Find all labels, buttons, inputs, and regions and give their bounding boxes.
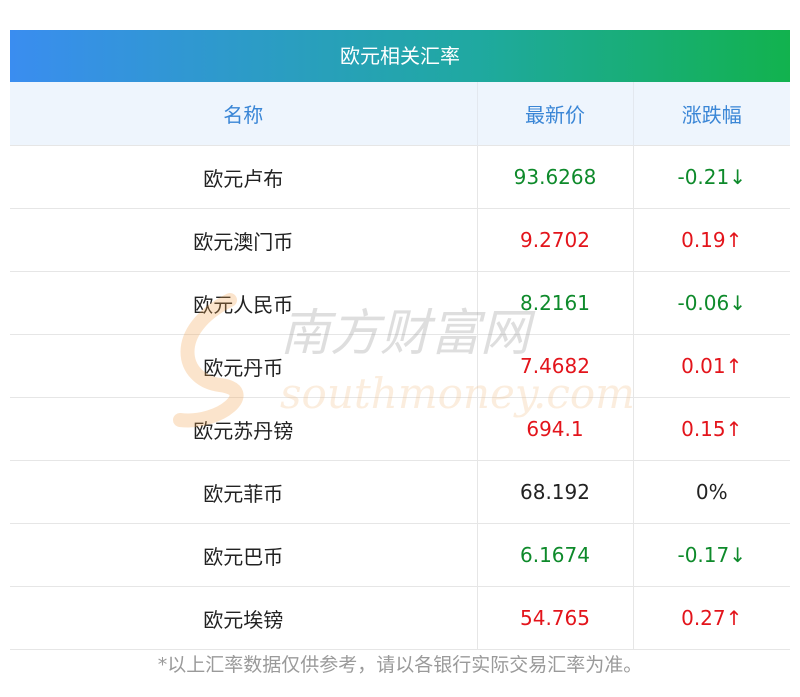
row-change: 0% [633,460,790,524]
row-price: 9.2702 [477,208,634,272]
header-name: 名称 [10,82,478,146]
row-name: 欧元巴币 [10,523,478,587]
rates-table: 名称 最新价 涨跌幅 欧元卢布 93.6268 -0.21↓ 欧元澳门币 9.2702 0… [10,82,790,650]
table-row: 欧元菲币 68.192 0% [10,460,790,524]
table-row: 欧元卢布 93.6268 -0.21↓ [10,145,790,209]
row-price: 694.1 [477,397,634,461]
row-change: -0.21↓ [633,145,790,209]
table-row: 欧元埃镑 54.765 0.27↑ [10,586,790,650]
table-header-row: 名称 最新价 涨跌幅 [10,82,790,146]
row-name: 欧元卢布 [10,145,478,209]
table-row: 欧元丹币 7.4682 0.01↑ [10,334,790,398]
row-price: 6.1674 [477,523,634,587]
row-price: 68.192 [477,460,634,524]
row-name: 欧元丹币 [10,334,478,398]
row-change: 0.27↑ [633,586,790,650]
row-change: -0.17↓ [633,523,790,587]
header-change: 涨跌幅 [633,82,790,146]
row-name: 欧元澳门币 [10,208,478,272]
row-price: 8.2161 [477,271,634,335]
row-name: 欧元人民币 [10,271,478,335]
table-row: 欧元澳门币 9.2702 0.19↑ [10,208,790,272]
row-change: -0.06↓ [633,271,790,335]
row-change: 0.19↑ [633,208,790,272]
row-price: 7.4682 [477,334,634,398]
header-price: 最新价 [477,82,634,146]
row-price: 54.765 [477,586,634,650]
row-name: 欧元菲币 [10,460,478,524]
panel-title: 欧元相关汇率 [10,30,790,82]
row-change: 0.01↑ [633,334,790,398]
exchange-rate-panel: 欧元相关汇率 名称 最新价 涨跌幅 欧元卢布 93.6268 -0.21↓ 欧元澳门币… [10,30,790,650]
row-price: 93.6268 [477,145,634,209]
table-row: 欧元巴币 6.1674 -0.17↓ [10,523,790,587]
disclaimer-note: *以上汇率数据仅供参考，请以各银行实际交易汇率为准。 [157,654,643,676]
table-row: 欧元苏丹镑 694.1 0.15↑ [10,397,790,461]
table-row: 欧元人民币 8.2161 -0.06↓ [10,271,790,335]
row-change: 0.15↑ [633,397,790,461]
row-name: 欧元苏丹镑 [10,397,478,461]
row-name: 欧元埃镑 [10,586,478,650]
